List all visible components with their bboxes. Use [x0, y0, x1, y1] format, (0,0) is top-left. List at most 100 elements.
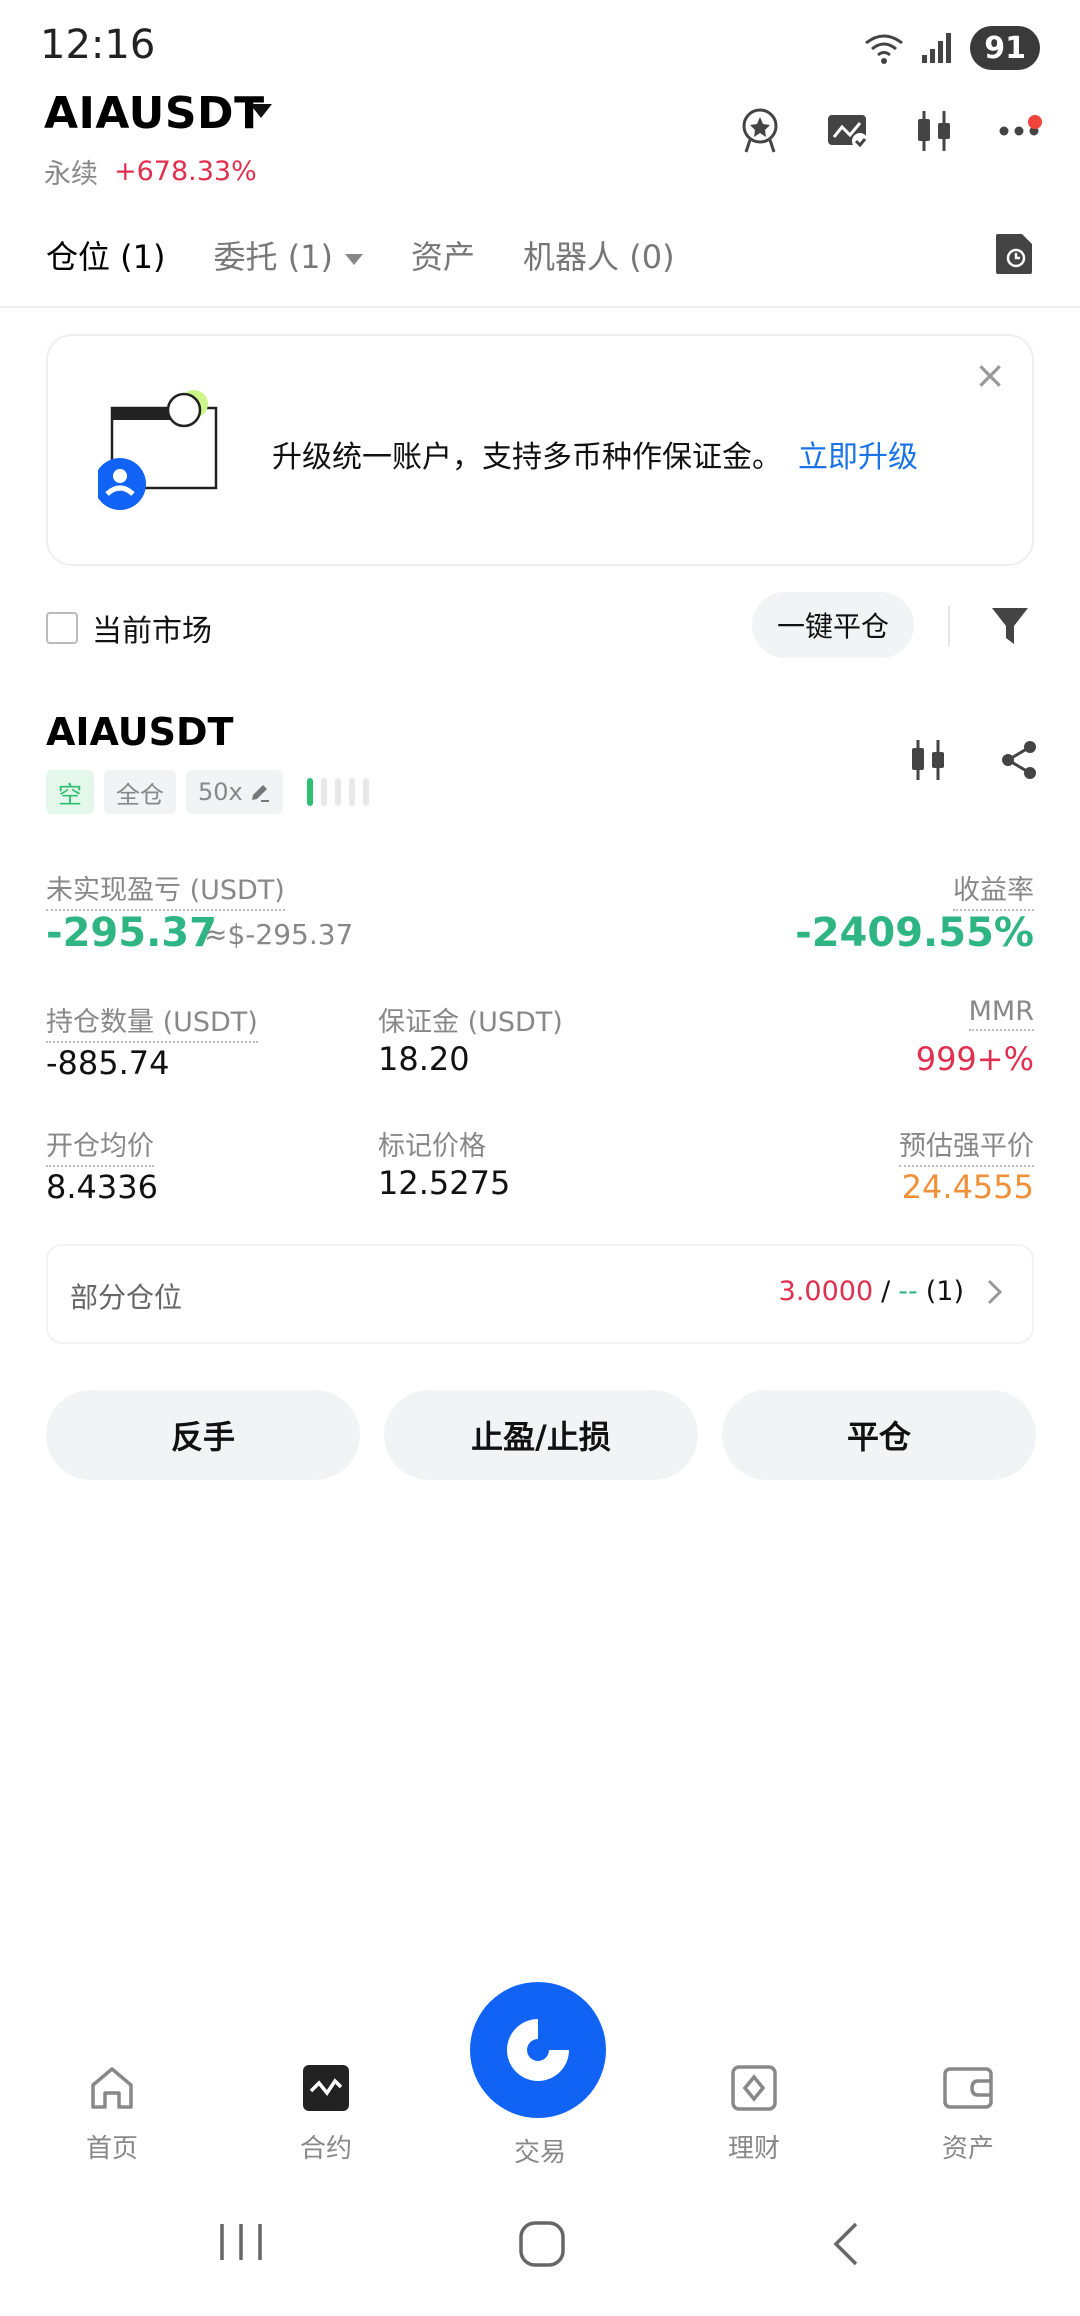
chevron-down-icon: [345, 253, 364, 265]
position-size-value: -885.74: [46, 1044, 170, 1082]
close-all-button[interactable]: 一键平仓: [752, 592, 914, 658]
adl-indicator: [306, 778, 369, 806]
partial-position-row[interactable]: 部分仓位 3.0000 / -- (1): [46, 1244, 1034, 1344]
trade-button[interactable]: [470, 1982, 606, 2118]
symbol-title[interactable]: AIAUSDT: [44, 88, 265, 139]
header-icons: [738, 108, 1042, 154]
adl-bar: [362, 778, 369, 806]
leverage-badge[interactable]: 50x: [186, 770, 283, 814]
tabs-divider: [0, 306, 1080, 308]
tab-positions[interactable]: 仓位 (1): [46, 232, 166, 278]
signal-icon: [922, 33, 952, 63]
mark-price-label: 标记价格: [378, 1131, 486, 1162]
banner-message: 升级统一账户，支持多币种作保证金。 立即升级: [272, 432, 918, 476]
position-actions-icons: [908, 738, 1040, 782]
current-market-filter[interactable]: 当前市场: [46, 606, 212, 650]
mmr-value: 999+%: [915, 1040, 1034, 1078]
nav-earn-label: 理财: [727, 2134, 780, 2164]
chevron-right-icon: [987, 1279, 1003, 1304]
contract-type: 永续: [44, 159, 98, 190]
home-icon: [91, 2067, 133, 2109]
unified-account-icon: [98, 390, 218, 510]
candlestick-icon[interactable]: [914, 109, 954, 153]
close-position-button[interactable]: 平仓: [722, 1390, 1036, 1480]
current-market-label: 当前市场: [92, 614, 212, 649]
notification-dot: [1028, 115, 1042, 129]
upgrade-link[interactable]: 立即升级: [798, 440, 918, 475]
nav-home-label: 首页: [85, 2134, 138, 2164]
nav-futures-label: 合约: [299, 2134, 352, 2164]
price-change: +678.33%: [114, 156, 257, 187]
partial-sl-value: --: [898, 1276, 918, 1307]
candlestick-icon[interactable]: [908, 738, 948, 782]
close-icon[interactable]: ×: [974, 356, 1006, 394]
unrealized-pnl-value: -295.37: [46, 910, 217, 956]
nav-home[interactable]: 首页: [52, 2060, 172, 2165]
entry-price-value: 8.4336: [46, 1168, 158, 1206]
nav-earn[interactable]: 理财: [694, 2060, 814, 2165]
tab-assets[interactable]: 资产: [411, 232, 475, 278]
current-market-checkbox[interactable]: [46, 612, 78, 644]
partial-position-values: 3.0000 / -- (1): [779, 1276, 1004, 1307]
nav-assets[interactable]: 资产: [908, 2060, 1028, 2165]
tab-orders[interactable]: 委托 (1): [214, 232, 364, 278]
back-icon[interactable]: [828, 2220, 862, 2268]
roe-value: -2409.55%: [795, 910, 1034, 956]
mmr-label[interactable]: MMR: [968, 996, 1034, 1031]
status-time: 12:16: [40, 22, 156, 68]
tab-bots[interactable]: 机器人 (0): [523, 232, 675, 278]
mark-price-value: 12.5275: [378, 1164, 511, 1202]
share-icon[interactable]: [998, 739, 1040, 781]
symbol-dropdown-icon[interactable]: [250, 104, 272, 118]
badge-icon[interactable]: [738, 108, 782, 154]
history-doc-icon[interactable]: [994, 232, 1034, 276]
nav-futures[interactable]: 合约: [266, 2060, 386, 2165]
filter-divider: [948, 606, 950, 646]
status-icons: 91: [862, 26, 1040, 70]
symbol-subtitle: 永续 +678.33%: [44, 152, 257, 191]
roe-label[interactable]: 收益率: [953, 868, 1034, 911]
wifi-icon: [865, 34, 904, 64]
liquidation-price-label[interactable]: 预估强平价: [899, 1124, 1034, 1167]
side-badge: 空: [46, 770, 94, 814]
position-action-buttons: 反手 止盈/止损 平仓: [46, 1390, 1036, 1480]
nav-assets-label: 资产: [941, 2134, 994, 2164]
unrealized-pnl-approx: ≈$-295.37: [204, 918, 354, 951]
margin-mode-badge: 全仓: [104, 770, 176, 814]
adl-bar: [334, 778, 341, 806]
futures-icon: [303, 2065, 349, 2111]
image-chart-icon[interactable]: [826, 111, 870, 151]
margin-value: 18.20: [378, 1040, 470, 1078]
trade-icon: [507, 2019, 569, 2081]
recent-apps-icon[interactable]: [216, 2220, 266, 2264]
wallet-icon: [943, 2067, 993, 2109]
earn-icon: [731, 2065, 777, 2111]
tab-orders-label: 委托 (1): [213, 238, 334, 276]
home-button-icon[interactable]: [518, 2220, 566, 2268]
edit-icon: [251, 785, 269, 802]
entry-price-label[interactable]: 开仓均价: [46, 1124, 154, 1167]
partial-tp-value: 3.0000: [778, 1276, 874, 1307]
partial-separator: /: [881, 1276, 891, 1307]
nav-trade-label: 交易: [513, 2138, 566, 2168]
liquidation-price-value: 24.4555: [901, 1168, 1034, 1206]
position-tabs: 仓位 (1) 委托 (1) 资产 机器人 (0): [46, 232, 675, 278]
partial-position-label: 部分仓位: [70, 1281, 183, 1314]
adl-bar: [320, 778, 327, 806]
adl-bar: [306, 778, 313, 806]
partial-count: (1): [925, 1276, 964, 1307]
position-symbol[interactable]: AIAUSDT: [46, 710, 233, 754]
banner-text: 升级统一账户，支持多币种作保证金。: [272, 440, 782, 475]
leverage-value: 50x: [198, 778, 243, 806]
unrealized-pnl-label[interactable]: 未实现盈亏 (USDT): [46, 868, 285, 911]
tpsl-button[interactable]: 止盈/止损: [384, 1390, 698, 1480]
position-tags: 空 全仓 50x: [46, 770, 369, 814]
more-menu[interactable]: [998, 115, 1042, 137]
adl-bar: [348, 778, 355, 806]
reverse-button[interactable]: 反手: [46, 1390, 360, 1480]
margin-label: 保证金 (USDT): [378, 1007, 563, 1038]
filter-icon[interactable]: [990, 604, 1030, 648]
position-size-label[interactable]: 持仓数量 (USDT): [46, 1000, 258, 1043]
nav-trade[interactable]: 交易: [480, 2132, 600, 2169]
upgrade-banner[interactable]: 升级统一账户，支持多币种作保证金。 立即升级 ×: [46, 334, 1034, 566]
